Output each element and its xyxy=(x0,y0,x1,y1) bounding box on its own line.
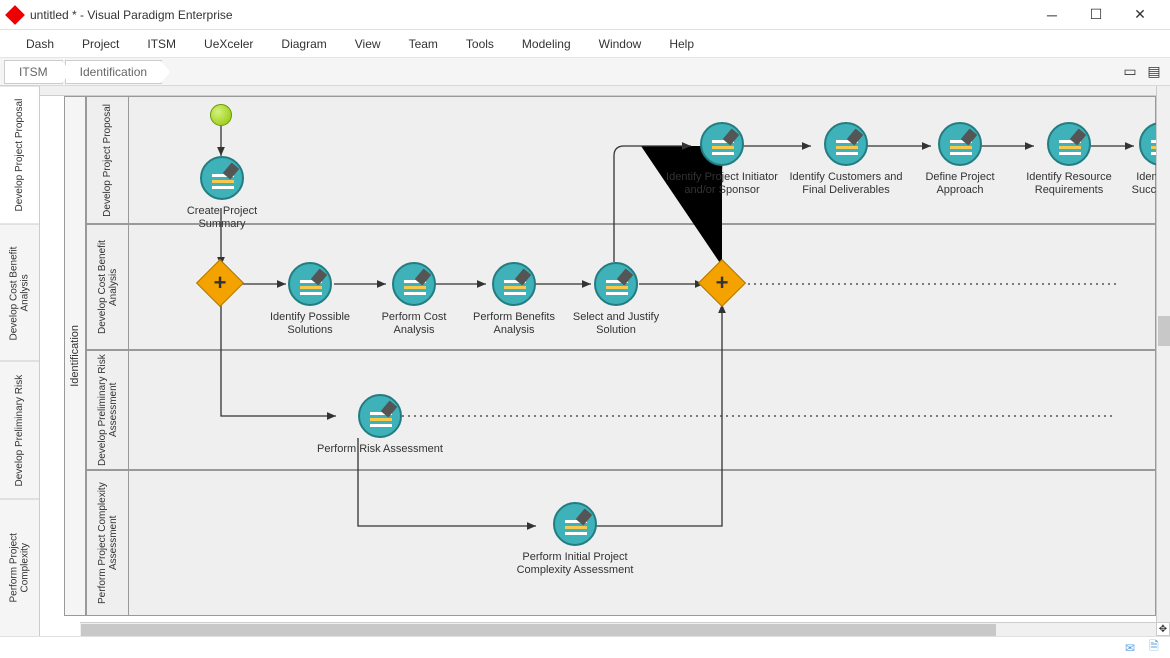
menu-team[interactable]: Team xyxy=(395,33,452,55)
task-resource-requirements[interactable]: Identify Resource Requirements xyxy=(1014,122,1124,197)
task-label: Identify Possible Solutions xyxy=(260,311,360,337)
task-icon xyxy=(200,156,244,200)
task-label: Identify Customers and Final Deliverable… xyxy=(786,171,906,197)
app-icon xyxy=(5,5,25,25)
menu-project[interactable]: Project xyxy=(68,33,133,55)
note-icon[interactable]: 🗎 xyxy=(1146,640,1162,656)
minimize-button[interactable]: ─ xyxy=(1030,0,1074,30)
gateway-join[interactable]: + xyxy=(705,266,739,300)
menu-help[interactable]: Help xyxy=(655,33,708,55)
horizontal-scrollbar[interactable] xyxy=(80,622,1156,636)
task-icon xyxy=(824,122,868,166)
pool-header[interactable]: Identification xyxy=(64,96,86,616)
lane-header-cost-benefit[interactable]: Develop Cost Benefit Analysis xyxy=(87,225,129,349)
task-icon xyxy=(1047,122,1091,166)
side-tabs: Develop Project Proposal Develop Cost Be… xyxy=(0,86,40,636)
menu-view[interactable]: View xyxy=(341,33,395,55)
task-icon xyxy=(288,262,332,306)
menu-uexceler[interactable]: UeXceler xyxy=(190,33,267,55)
task-identify-customers[interactable]: Identify Customers and Final Deliverable… xyxy=(786,122,906,197)
menu-bar: Dash Project ITSM UeXceler Diagram View … xyxy=(0,30,1170,58)
task-identify-initiator[interactable]: Identify Project Initiator and/or Sponso… xyxy=(666,122,778,197)
task-risk-assessment[interactable]: Perform Risk Assessment xyxy=(310,394,450,456)
lane-risk[interactable]: Develop Preliminary Risk Assessment xyxy=(86,350,1156,470)
task-icon xyxy=(358,394,402,438)
task-label: Identify Resource Requirements xyxy=(1014,171,1124,197)
task-label: Perform Risk Assessment xyxy=(310,443,450,456)
task-icon xyxy=(392,262,436,306)
task-icon xyxy=(700,122,744,166)
main-area: Develop Project Proposal Develop Cost Be… xyxy=(0,86,1170,636)
status-bar: ✉ 🗎 xyxy=(0,636,1170,658)
gateway-split[interactable]: + xyxy=(203,266,237,300)
sidetab-preliminary-risk[interactable]: Develop Preliminary Risk xyxy=(0,361,39,499)
task-select-justify[interactable]: Select and Justify Solution xyxy=(566,262,666,337)
task-identify-possible[interactable]: Identify Possible Solutions xyxy=(260,262,360,337)
menu-modeling[interactable]: Modeling xyxy=(508,33,585,55)
task-label: Perform Benefits Analysis xyxy=(464,311,564,337)
close-button[interactable]: ✕ xyxy=(1118,0,1162,30)
task-perform-cost[interactable]: Perform Cost Analysis xyxy=(364,262,464,337)
task-label: Perform Initial Project Complexity Asses… xyxy=(500,551,650,577)
sidetab-proposal[interactable]: Develop Project Proposal xyxy=(0,86,39,224)
pool-label: Identification xyxy=(69,325,81,387)
lane-header-complexity[interactable]: Perform Project Complexity Assessment xyxy=(87,471,129,615)
task-label: Create Project Summary xyxy=(172,205,272,231)
lane-header-risk[interactable]: Develop Preliminary Risk Assessment xyxy=(87,351,129,469)
task-complexity-assessment[interactable]: Perform Initial Project Complexity Asses… xyxy=(500,502,650,577)
mail-icon[interactable]: ✉ xyxy=(1122,640,1138,656)
menu-tools[interactable]: Tools xyxy=(452,33,508,55)
breadcrumb-identification[interactable]: Identification xyxy=(65,60,162,84)
panel-icon[interactable]: ▤ xyxy=(1144,62,1164,82)
task-label: Define Project Approach xyxy=(910,171,1010,197)
task-label: Select and Justify Solution xyxy=(566,311,666,337)
task-icon xyxy=(594,262,638,306)
task-define-approach[interactable]: Define Project Approach xyxy=(910,122,1010,197)
task-icon xyxy=(938,122,982,166)
task-icon xyxy=(553,502,597,546)
menu-diagram[interactable]: Diagram xyxy=(267,33,340,55)
layout-icon[interactable]: ▭ xyxy=(1120,62,1140,82)
menu-dash[interactable]: Dash xyxy=(12,33,68,55)
diagram-canvas[interactable]: Identification Develop Project Proposal … xyxy=(40,86,1170,636)
vertical-scrollbar[interactable] xyxy=(1156,86,1170,622)
task-label: Identify Project Initiator and/or Sponso… xyxy=(666,171,778,197)
task-label: Perform Cost Analysis xyxy=(364,311,464,337)
canvas-wrapper[interactable]: Identification Develop Project Proposal … xyxy=(40,86,1170,636)
start-event[interactable] xyxy=(210,104,232,126)
sidetab-project-complexity[interactable]: Perform Project Complexity xyxy=(0,499,39,637)
task-icon xyxy=(492,262,536,306)
sidetab-cost-benefit[interactable]: Develop Cost Benefit Analysis xyxy=(0,224,39,362)
pan-icon[interactable]: ✥ xyxy=(1156,622,1170,636)
maximize-button[interactable]: ☐ xyxy=(1074,0,1118,30)
lane-header-proposal[interactable]: Develop Project Proposal xyxy=(87,97,129,223)
scrollbar-thumb[interactable] xyxy=(1158,316,1170,346)
scrollbar-thumb[interactable] xyxy=(81,624,996,636)
task-create-summary[interactable]: Create Project Summary xyxy=(172,156,272,231)
breadcrumb-itsm[interactable]: ITSM xyxy=(4,60,63,84)
menu-itsm[interactable]: ITSM xyxy=(133,33,190,55)
window-title: untitled * - Visual Paradigm Enterprise xyxy=(30,8,1030,22)
menu-window[interactable]: Window xyxy=(585,33,656,55)
breadcrumb-bar: ITSM Identification ▭ ▤ xyxy=(0,58,1170,86)
task-perform-benefits[interactable]: Perform Benefits Analysis xyxy=(464,262,564,337)
title-bar: untitled * - Visual Paradigm Enterprise … xyxy=(0,0,1170,30)
